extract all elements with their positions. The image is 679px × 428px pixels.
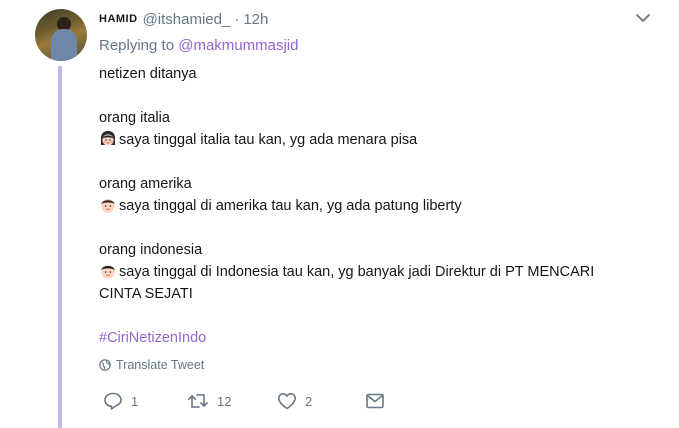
tweet-header: HAMID @itshamied_ · 12h — [99, 10, 268, 28]
tweet-line: saya tinggal di Indonesia tau kan, yg ba… — [99, 261, 639, 283]
reply-icon — [104, 392, 122, 410]
heart-icon — [278, 393, 296, 410]
retweet-button[interactable]: 12 — [187, 390, 231, 412]
translate-label: Translate Tweet — [116, 358, 205, 372]
avatar-figure-body — [51, 29, 77, 61]
tweet-line: saya tinggal di amerika tau kan, yg ada … — [99, 195, 639, 217]
chevron-down-icon[interactable] — [635, 11, 651, 25]
tweet-line-text: saya tinggal di amerika tau kan, yg ada … — [119, 198, 462, 214]
replying-to-mention[interactable]: @makmummasjid — [178, 37, 298, 54]
replying-to: Replying to @makmummasjid — [99, 37, 298, 54]
tweet-line: netizen ditanya — [99, 66, 197, 82]
like-count: 2 — [305, 393, 313, 409]
tweet-line-text: saya tinggal di Indonesia tau kan, yg ba… — [119, 264, 595, 280]
author-name[interactable]: HAMID — [99, 13, 138, 25]
reply-count: 1 — [131, 393, 139, 409]
replying-to-label: Replying to — [99, 37, 175, 54]
tweet-line: orang amerika — [99, 176, 192, 192]
tweet-line: saya tinggal italia tau kan, yg ada mena… — [99, 129, 639, 151]
man-face-emoji — [101, 265, 115, 279]
retweet-count: 12 — [217, 393, 232, 409]
retweet-icon — [188, 394, 208, 408]
like-button[interactable]: 2 — [277, 390, 312, 412]
woman-face-emoji — [100, 131, 116, 146]
tweet-line: orang italia — [99, 110, 170, 126]
globe-icon — [99, 359, 111, 371]
tweet-timestamp[interactable]: 12h — [243, 11, 268, 28]
tweet-line-text: saya tinggal italia tau kan, yg ada mena… — [119, 132, 418, 148]
envelope-icon — [366, 393, 384, 409]
tweet-line: CINTA SEJATI — [99, 286, 193, 302]
avatar[interactable] — [35, 9, 87, 61]
tweet-line: orang indonesia — [99, 242, 203, 258]
reply-button[interactable]: 1 — [103, 390, 138, 412]
author-handle[interactable]: @itshamied_ — [143, 11, 231, 28]
tweet-text: netizen ditanya orang italia saya tingga… — [99, 63, 639, 349]
translate-tweet-button[interactable]: Translate Tweet — [99, 358, 204, 372]
man-face-emoji — [101, 199, 115, 213]
separator-dot: · — [234, 10, 240, 28]
hashtag-link[interactable]: #CiriNetizenIndo — [99, 327, 639, 349]
thread-line — [58, 66, 62, 428]
direct-message-button[interactable] — [365, 390, 385, 412]
